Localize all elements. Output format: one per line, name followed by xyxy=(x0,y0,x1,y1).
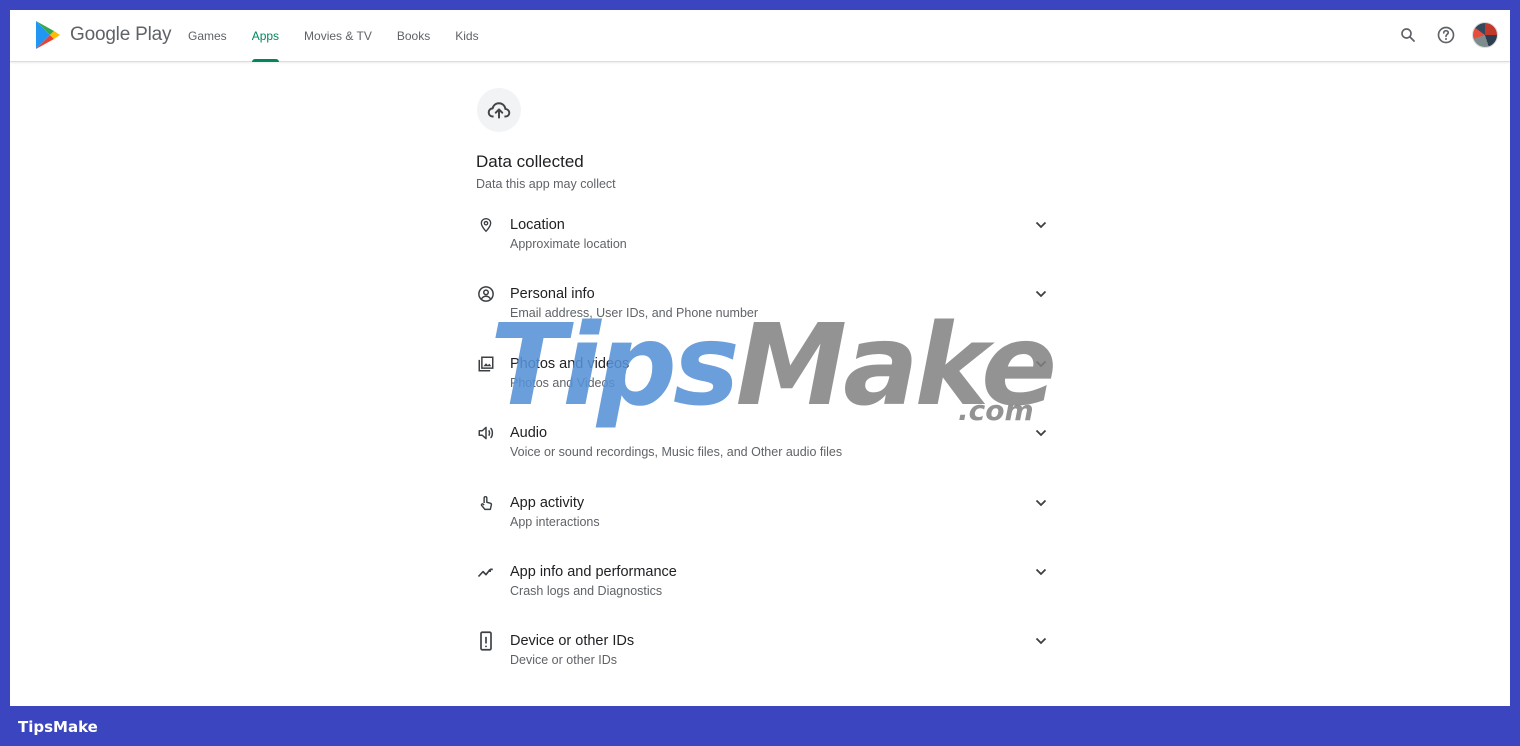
item-subtitle: Approximate location xyxy=(510,237,627,251)
header-actions xyxy=(1382,22,1498,48)
play-logo-icon xyxy=(36,21,60,49)
touch-icon xyxy=(476,493,496,513)
location-icon xyxy=(476,215,496,235)
chevron-down-icon[interactable] xyxy=(1032,632,1050,650)
nav-kids[interactable]: Kids xyxy=(455,10,478,62)
item-subtitle: App interactions xyxy=(510,514,600,529)
item-subtitle: Photos and Videos xyxy=(510,375,615,390)
logo-text: Google Play xyxy=(70,24,172,45)
section-title: Data collected xyxy=(476,152,584,171)
footer-brand: TipsMake xyxy=(18,718,98,736)
chevron-down-icon[interactable] xyxy=(1032,563,1050,581)
top-app-bar: Google Play Games Apps Movies & TV Books… xyxy=(10,10,1510,62)
chevron-down-icon[interactable] xyxy=(1032,285,1050,303)
item-app-activity[interactable]: App activity App interactions xyxy=(476,491,1066,560)
performance-icon xyxy=(476,562,496,582)
main-nav: Games Apps Movies & TV Books Kids xyxy=(188,10,504,62)
item-subtitle: Crash logs and Diagnostics xyxy=(510,583,663,598)
item-app-info-performance[interactable]: App info and performance Crash logs and … xyxy=(476,560,1066,629)
device-icon xyxy=(476,631,496,651)
nav-games[interactable]: Games xyxy=(188,10,227,62)
chevron-down-icon[interactable] xyxy=(1032,355,1050,373)
section-subtitle: Data this app may collect xyxy=(476,177,616,191)
item-subtitle: Email address, User IDs, and Phone numbe… xyxy=(510,306,759,321)
chevron-down-icon[interactable] xyxy=(1032,494,1050,512)
item-title: App info and performance xyxy=(510,563,677,580)
help-icon[interactable] xyxy=(1434,23,1458,47)
nav-movies-tv[interactable]: Movies & TV xyxy=(304,10,372,62)
browser-page: Google Play Games Apps Movies & TV Books… xyxy=(10,10,1510,706)
item-title: Location xyxy=(510,217,565,233)
item-device-ids[interactable]: Device or other IDs Device or other IDs xyxy=(476,629,1066,698)
photos-icon xyxy=(476,354,496,374)
account-avatar[interactable] xyxy=(1472,22,1498,48)
nav-apps[interactable]: Apps xyxy=(251,10,280,62)
person-icon xyxy=(476,284,496,304)
google-play-logo[interactable]: Google Play xyxy=(34,20,172,50)
item-subtitle: Device or other IDs xyxy=(510,653,617,668)
item-title: App activity xyxy=(510,494,585,511)
chevron-down-icon[interactable] xyxy=(1032,216,1050,234)
nav-books[interactable]: Books xyxy=(397,10,430,62)
item-photos-videos[interactable]: Photos and videos Photos and Videos xyxy=(476,352,1066,421)
search-icon[interactable] xyxy=(1396,23,1420,47)
cloud-upload-icon xyxy=(477,88,521,132)
item-location[interactable]: Location Approximate location xyxy=(476,213,1066,282)
data-items-list: Location Approximate location Personal i… xyxy=(476,213,1066,699)
item-audio[interactable]: Audio Voice or sound recordings, Music f… xyxy=(476,421,1066,490)
data-safety-section: Data collected Data this app may collect… xyxy=(476,88,1066,699)
item-subtitle: Voice or sound recordings, Music files, … xyxy=(510,445,843,460)
audio-icon xyxy=(476,423,496,443)
item-title: Device or other IDs xyxy=(510,633,635,650)
item-title: Photos and videos xyxy=(510,355,630,372)
item-title: Personal info xyxy=(510,286,595,303)
item-personal-info[interactable]: Personal info Email address, User IDs, a… xyxy=(476,282,1066,351)
chevron-down-icon[interactable] xyxy=(1032,424,1050,442)
item-title: Audio xyxy=(510,425,548,442)
